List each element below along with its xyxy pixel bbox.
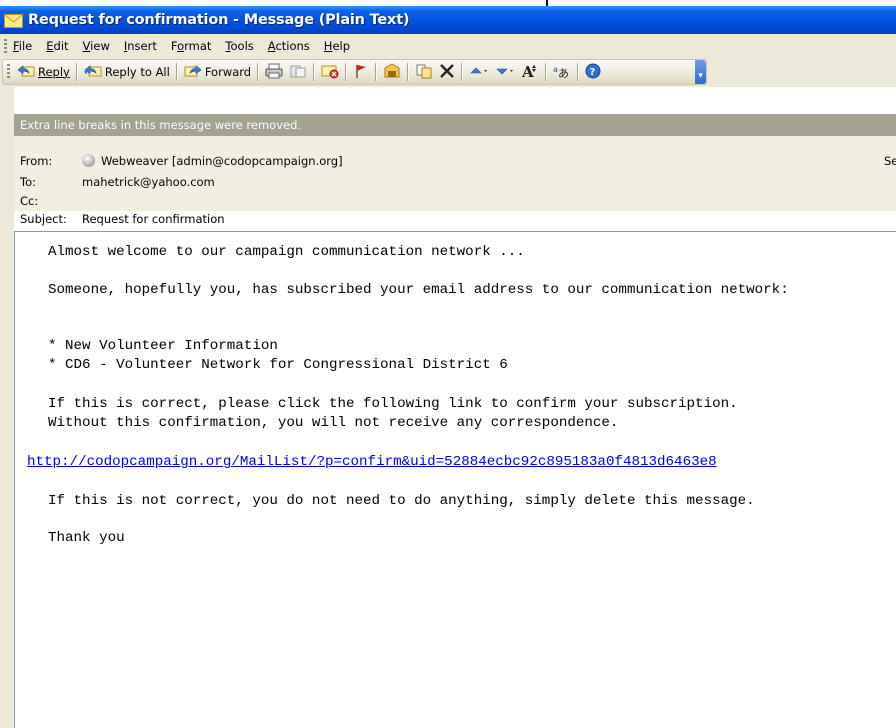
from-row: From: Webweaver [admin@codopcampaign.org] bbox=[20, 154, 343, 168]
junk-mail-icon bbox=[321, 63, 339, 82]
to-value[interactable]: mahetrick@yahoo.com bbox=[82, 175, 215, 189]
window-title: Request for confirmation - Message (Plai… bbox=[28, 12, 410, 28]
arrow-up-icon bbox=[469, 63, 489, 82]
list-item: * New Volunteer Information bbox=[48, 338, 278, 354]
body-line: Someone, hopefully you, has subscribed y… bbox=[48, 282, 789, 298]
menu-file[interactable]: File bbox=[13, 39, 32, 53]
confirm-link[interactable]: http://codopcampaign.org/MailList/?p=con… bbox=[27, 454, 717, 470]
reply-all-button[interactable]: Reply to All bbox=[81, 61, 173, 83]
reply-button[interactable]: Reply bbox=[14, 61, 73, 83]
previous-item-button[interactable] bbox=[466, 61, 492, 83]
delete-button[interactable] bbox=[436, 61, 458, 83]
next-item-button[interactable] bbox=[492, 61, 518, 83]
toolbar-options-chevron[interactable]: ▾ bbox=[695, 60, 706, 84]
flag-icon bbox=[353, 63, 369, 82]
body-line: Without this confirmation, you will not … bbox=[48, 415, 619, 431]
address-book-button[interactable] bbox=[380, 61, 404, 83]
window-left-margin bbox=[0, 87, 14, 728]
printer-icon bbox=[265, 63, 283, 82]
title-bar[interactable]: Request for confirmation - Message (Plai… bbox=[0, 6, 896, 34]
list-item: * CD6 - Volunteer Network for Congressio… bbox=[48, 357, 508, 373]
reply-icon bbox=[17, 63, 35, 82]
to-row: To: mahetrick@yahoo.com bbox=[20, 175, 215, 189]
from-value[interactable]: Webweaver [admin@codopcampaign.org] bbox=[101, 154, 343, 168]
menu-view[interactable]: View bbox=[83, 39, 110, 53]
cc-label: Cc: bbox=[20, 194, 39, 208]
toolbar-separator bbox=[407, 63, 410, 81]
toolbar-separator bbox=[75, 63, 78, 81]
forward-label: Forward bbox=[204, 65, 252, 79]
subject-label: Subject: bbox=[20, 212, 67, 226]
address-book-icon bbox=[383, 62, 401, 82]
from-label: From: bbox=[20, 154, 53, 168]
move-to-folder-icon bbox=[289, 63, 307, 82]
menu-insert[interactable]: Insert bbox=[124, 39, 157, 53]
translate-button[interactable]: a あ bbox=[550, 61, 574, 83]
toolbar-separator bbox=[175, 63, 178, 81]
toolbar-separator bbox=[545, 63, 548, 81]
envelope-icon bbox=[4, 13, 23, 28]
subject-row: Subject: Request for confirmation bbox=[20, 212, 225, 226]
reply-all-icon bbox=[83, 63, 102, 82]
help-icon: ? bbox=[585, 63, 601, 82]
info-bar[interactable]: Extra line breaks in this message were r… bbox=[14, 114, 896, 136]
move-to-folder-button[interactable] bbox=[286, 61, 310, 83]
arrow-down-icon bbox=[495, 63, 515, 82]
toolbar-separator bbox=[345, 63, 348, 81]
body-line: Thank you bbox=[48, 530, 125, 546]
menu-grip[interactable] bbox=[4, 38, 7, 53]
translate-icon: a あ bbox=[553, 63, 571, 82]
standard-toolbar: Reply Reply to All Forward A a あ ? ▾ bbox=[2, 59, 707, 85]
copy-icon bbox=[415, 63, 433, 82]
junk-mail-button[interactable] bbox=[318, 61, 342, 83]
menu-format[interactable]: Format bbox=[171, 39, 212, 53]
delete-icon bbox=[439, 63, 455, 82]
menu-help[interactable]: Help bbox=[324, 39, 350, 53]
forward-icon bbox=[184, 63, 202, 82]
body-line: Almost welcome to our campaign communica… bbox=[48, 244, 525, 260]
toolbar-separator bbox=[375, 63, 378, 81]
body-line: If this is not correct, you do not need … bbox=[48, 493, 755, 509]
toolbar-separator bbox=[257, 63, 260, 81]
subject-value: Request for confirmation bbox=[82, 212, 225, 226]
reply-all-label: Reply to All bbox=[104, 65, 170, 79]
svg-text:?: ? bbox=[590, 67, 596, 78]
sent-label-truncated: Se bbox=[884, 154, 896, 168]
print-button[interactable] bbox=[262, 61, 286, 83]
contact-presence-icon[interactable] bbox=[82, 154, 95, 167]
menu-tools[interactable]: Tools bbox=[225, 39, 253, 53]
toolbar-grip[interactable] bbox=[7, 64, 10, 80]
reply-label: Reply bbox=[38, 65, 70, 79]
toolbar-separator bbox=[577, 63, 580, 81]
toolbar-separator bbox=[461, 63, 464, 81]
info-bar-text: Extra line breaks in this message were r… bbox=[20, 118, 302, 132]
font-size-button[interactable]: A bbox=[518, 61, 542, 83]
menu-actions[interactable]: Actions bbox=[268, 39, 310, 53]
svg-text:A: A bbox=[521, 63, 534, 79]
message-header bbox=[14, 136, 896, 211]
font-size-icon: A bbox=[521, 63, 539, 82]
svg-text:あ: あ bbox=[558, 67, 569, 79]
menu-bar: File Edit View Insert Format Tools Actio… bbox=[0, 34, 896, 57]
message-body[interactable] bbox=[14, 231, 896, 728]
menu-edit[interactable]: Edit bbox=[46, 39, 68, 53]
forward-button[interactable]: Forward bbox=[181, 61, 254, 83]
cc-row: Cc: bbox=[20, 194, 82, 208]
help-button[interactable]: ? bbox=[582, 61, 604, 83]
body-line: If this is correct, please click the fol… bbox=[48, 396, 738, 412]
toolbar-separator bbox=[313, 63, 316, 81]
toolbar: Reply Reply to All Forward A a あ ? ▾ bbox=[0, 57, 896, 87]
copy-button[interactable] bbox=[412, 61, 436, 83]
follow-up-flag-button[interactable] bbox=[350, 61, 372, 83]
to-label: To: bbox=[20, 175, 36, 189]
